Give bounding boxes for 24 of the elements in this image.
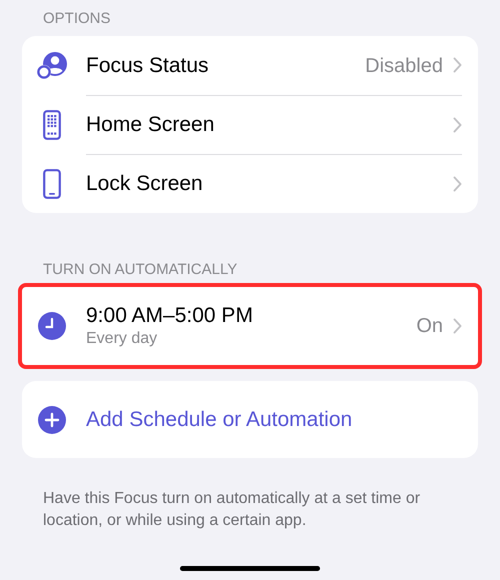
section-header: TURN ON AUTOMATICALLY <box>42 260 238 280</box>
schedule-status: On <box>416 314 443 339</box>
settings-row[interactable]: Home Screen <box>22 95 478 154</box>
section-header: OPTIONS <box>42 9 112 29</box>
row-label: Lock Screen <box>86 171 204 198</box>
phone-icon <box>43 168 61 198</box>
schedule-time: 9:00 AM–5:00 PM <box>86 303 254 329</box>
phone-grid-icon <box>43 110 61 140</box>
footer-note: Have this Focus turn on automatically at a set time or location, or while using a certain app. <box>42 489 422 531</box>
schedule-row[interactable]: 9:00 AM–5:00 PM Every day On <box>22 287 478 365</box>
chevron-icon <box>453 318 462 334</box>
clock-icon <box>38 312 66 340</box>
schedule-repeat: Every day <box>86 329 158 349</box>
row-label: Focus Status <box>86 52 210 79</box>
row-value: Disabled <box>365 54 443 78</box>
add-schedule-button[interactable]: Add Schedule or Automation <box>22 381 478 458</box>
settings-row[interactable]: Focus Status Disabled <box>22 36 478 95</box>
chevron-icon <box>453 176 462 192</box>
settings-row[interactable]: Lock Screen <box>22 154 478 213</box>
chevron-icon <box>453 116 462 133</box>
chevron-icon <box>453 57 462 74</box>
person-circles-icon <box>36 50 68 80</box>
row-label: Home Screen <box>86 112 216 138</box>
plus-icon <box>38 406 66 434</box>
